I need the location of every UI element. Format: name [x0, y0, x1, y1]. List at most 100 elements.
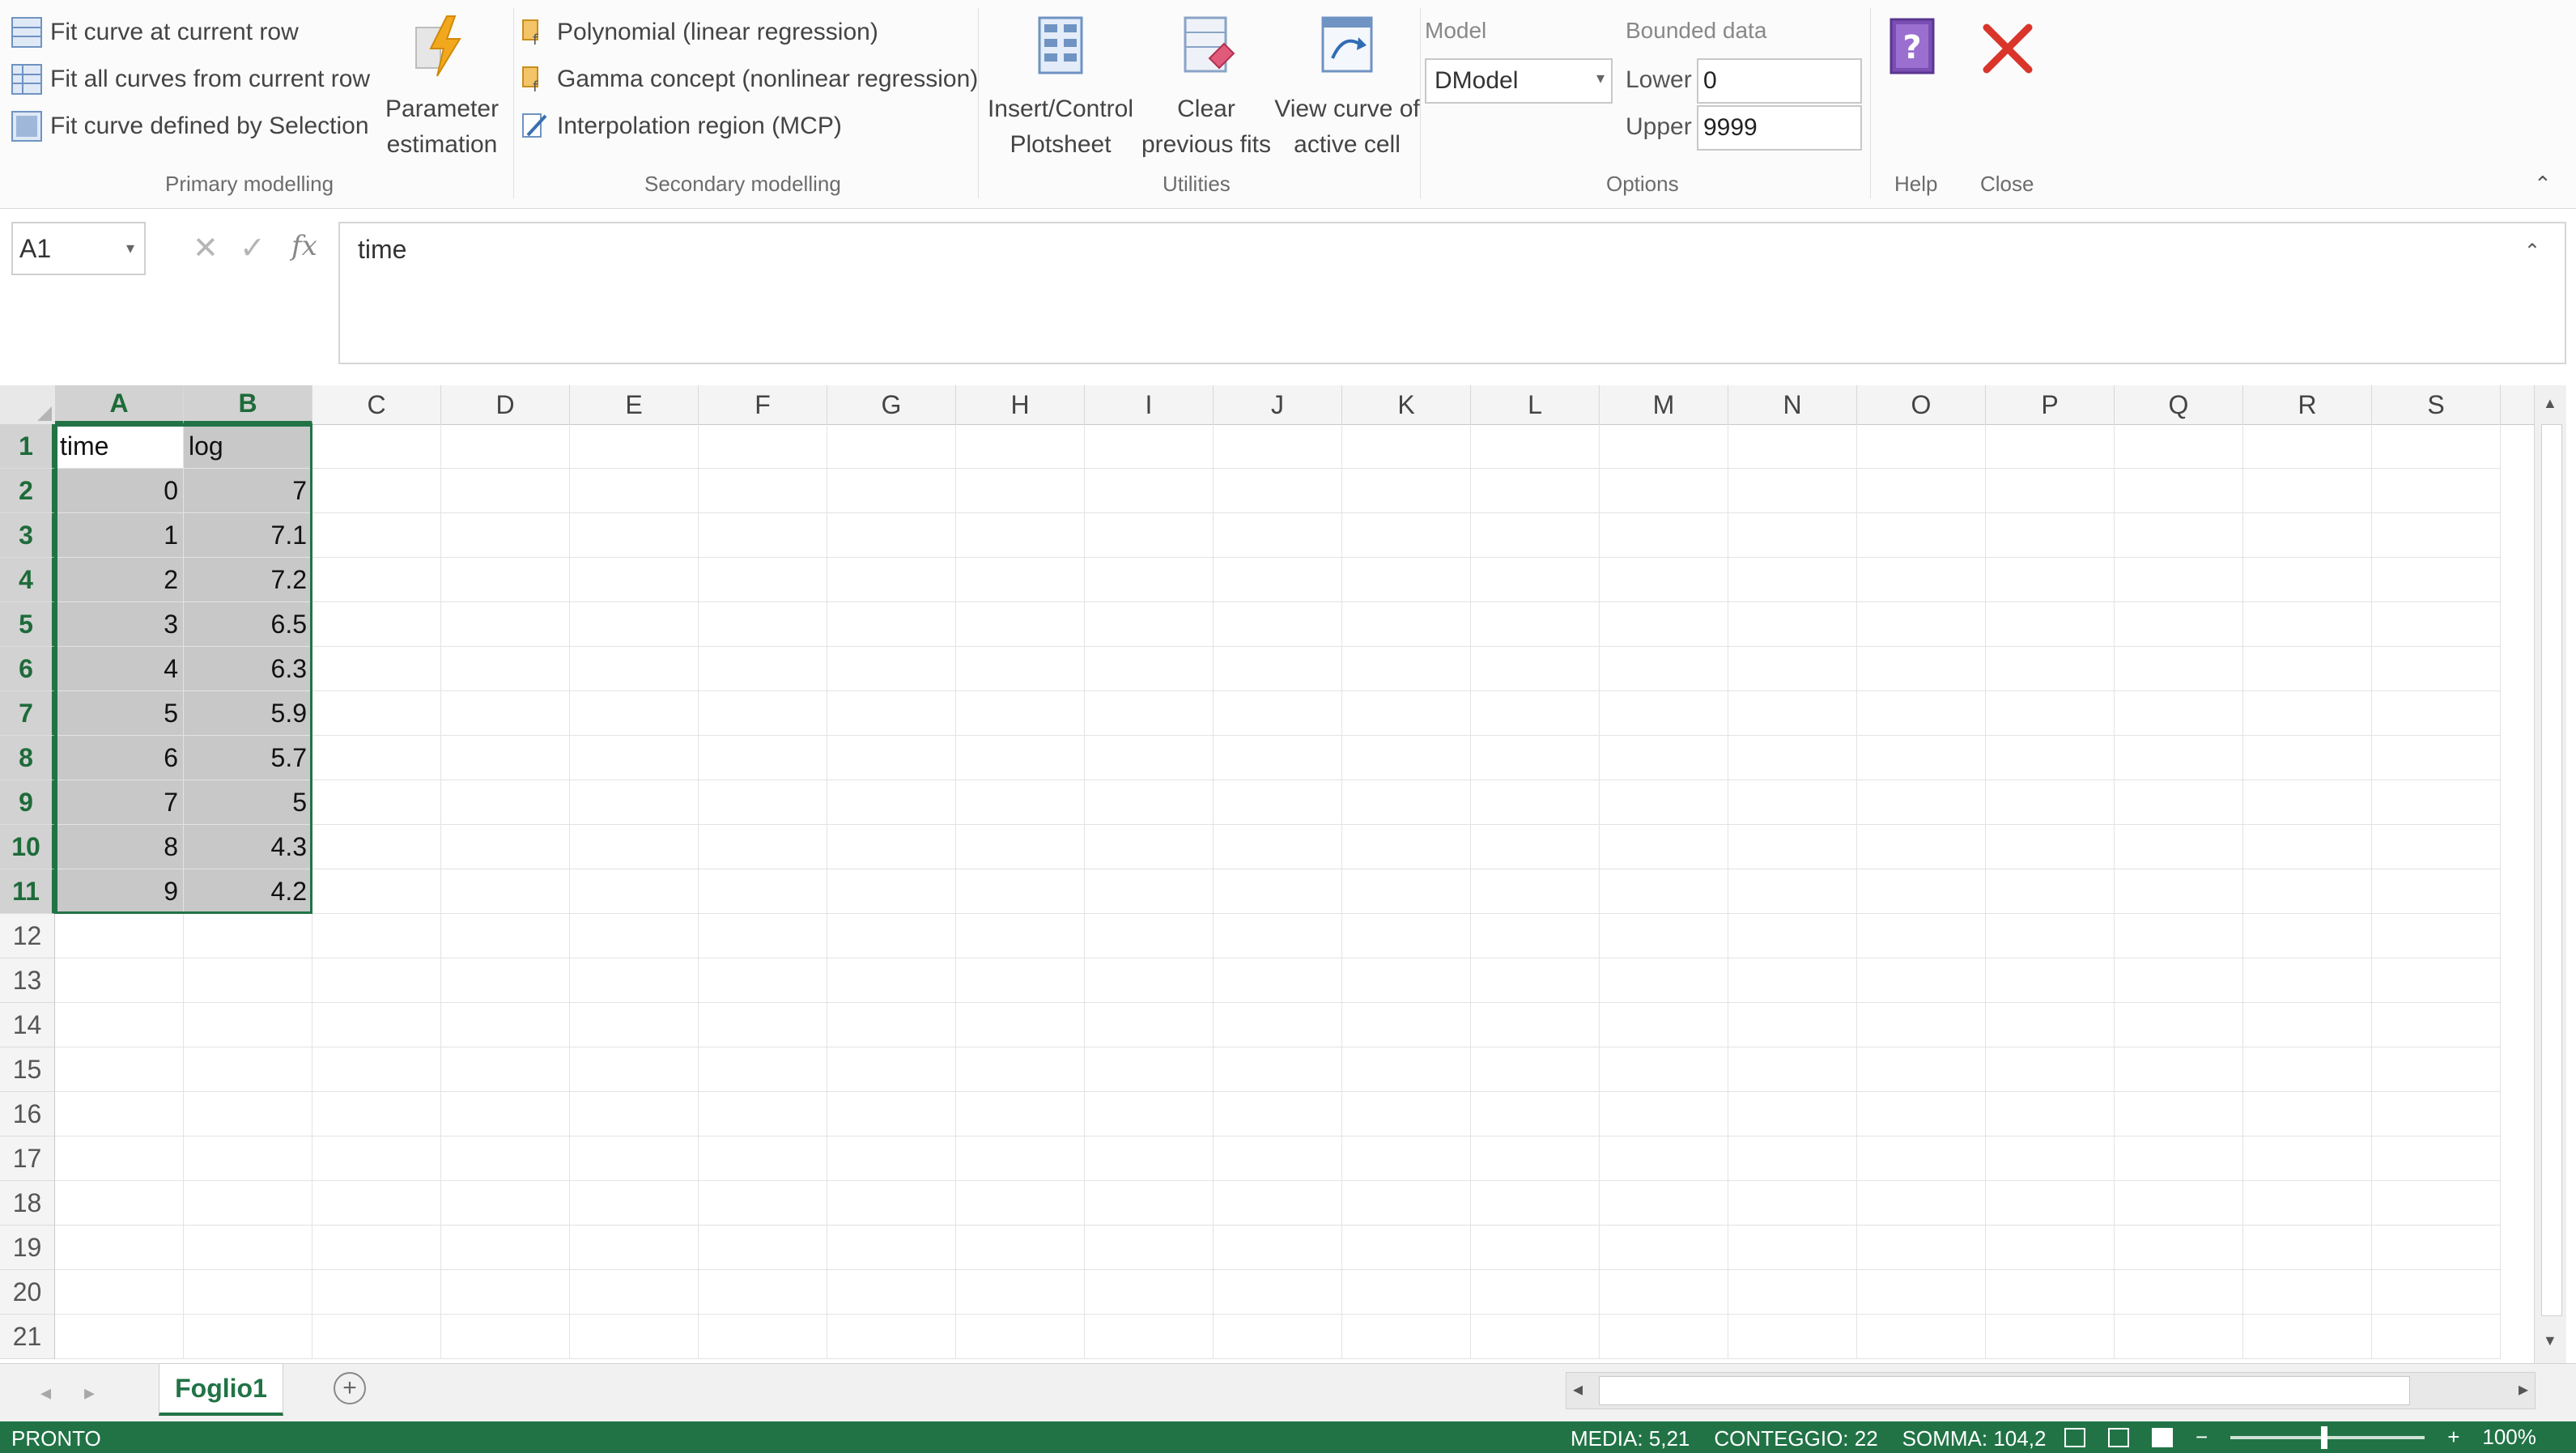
cell-m6[interactable] [1600, 647, 1728, 691]
cell-i1[interactable] [1085, 424, 1214, 469]
cell-o2[interactable] [1857, 469, 1986, 513]
column-header-o[interactable]: O [1857, 385, 1986, 424]
cell-s18[interactable] [2372, 1181, 2501, 1226]
cell-a14[interactable] [55, 1003, 184, 1047]
cell-f7[interactable] [699, 691, 827, 736]
cell-h10[interactable] [956, 825, 1085, 869]
cell-d21[interactable] [441, 1315, 570, 1359]
cell-b14[interactable] [184, 1003, 312, 1047]
collapse-ribbon-icon[interactable]: ⌃ [2534, 172, 2552, 197]
cell-j5[interactable] [1214, 602, 1342, 647]
cell-h18[interactable] [956, 1181, 1085, 1226]
cell-k1[interactable] [1342, 424, 1471, 469]
cell-i9[interactable] [1085, 780, 1214, 825]
cell-f21[interactable] [699, 1315, 827, 1359]
cell-b5[interactable]: 6.5 [184, 602, 312, 647]
cell-f18[interactable] [699, 1181, 827, 1226]
row-header[interactable]: 8 [0, 736, 55, 780]
cell-f5[interactable] [699, 602, 827, 647]
cell-g17[interactable] [827, 1136, 956, 1181]
lower-bound-input[interactable]: 0 [1697, 58, 1862, 104]
cell-a21[interactable] [55, 1315, 184, 1359]
zoom-slider[interactable] [2230, 1425, 2425, 1449]
cell-s11[interactable] [2372, 869, 2501, 914]
cell-k19[interactable] [1342, 1226, 1471, 1270]
cell-n12[interactable] [1728, 914, 1857, 958]
cell-m9[interactable] [1600, 780, 1728, 825]
upper-bound-input[interactable]: 9999 [1697, 105, 1862, 151]
cell-a9[interactable]: 7 [55, 780, 184, 825]
cell-g5[interactable] [827, 602, 956, 647]
cell-j8[interactable] [1214, 736, 1342, 780]
cell-h8[interactable] [956, 736, 1085, 780]
cell-j7[interactable] [1214, 691, 1342, 736]
cell-i16[interactable] [1085, 1092, 1214, 1136]
cell-d10[interactable] [441, 825, 570, 869]
row-header[interactable]: 20 [0, 1270, 55, 1315]
cell-e16[interactable] [570, 1092, 699, 1136]
column-header-e[interactable]: E [570, 385, 699, 424]
cell-o1[interactable] [1857, 424, 1986, 469]
cell-r5[interactable] [2243, 602, 2372, 647]
cell-b4[interactable]: 7.2 [184, 558, 312, 602]
cell-o18[interactable] [1857, 1181, 1986, 1226]
cell-i13[interactable] [1085, 958, 1214, 1003]
cell-i14[interactable] [1085, 1003, 1214, 1047]
cell-r12[interactable] [2243, 914, 2372, 958]
row-header[interactable]: 19 [0, 1226, 55, 1270]
cell-q4[interactable] [2115, 558, 2243, 602]
cell-b17[interactable] [184, 1136, 312, 1181]
cell-c3[interactable] [312, 513, 441, 558]
cell-s15[interactable] [2372, 1047, 2501, 1092]
cell-j17[interactable] [1214, 1136, 1342, 1181]
cell-e18[interactable] [570, 1181, 699, 1226]
cell-j10[interactable] [1214, 825, 1342, 869]
cell-o8[interactable] [1857, 736, 1986, 780]
row-header[interactable]: 16 [0, 1092, 55, 1136]
cell-c14[interactable] [312, 1003, 441, 1047]
cell-l5[interactable] [1471, 602, 1600, 647]
cell-c16[interactable] [312, 1092, 441, 1136]
cell-q17[interactable] [2115, 1136, 2243, 1181]
cell-j21[interactable] [1214, 1315, 1342, 1359]
cell-k18[interactable] [1342, 1181, 1471, 1226]
cell-o20[interactable] [1857, 1270, 1986, 1315]
cell-j20[interactable] [1214, 1270, 1342, 1315]
cell-c4[interactable] [312, 558, 441, 602]
vertical-scrollbar[interactable]: ▲ ▼ [2534, 385, 2566, 1363]
cell-m4[interactable] [1600, 558, 1728, 602]
cell-l1[interactable] [1471, 424, 1600, 469]
cell-o11[interactable] [1857, 869, 1986, 914]
cell-g20[interactable] [827, 1270, 956, 1315]
cell-h2[interactable] [956, 469, 1085, 513]
row-header[interactable]: 4 [0, 558, 55, 602]
cell-l19[interactable] [1471, 1226, 1600, 1270]
cell-k15[interactable] [1342, 1047, 1471, 1092]
cell-c1[interactable] [312, 424, 441, 469]
cell-g6[interactable] [827, 647, 956, 691]
cell-q18[interactable] [2115, 1181, 2243, 1226]
cell-k6[interactable] [1342, 647, 1471, 691]
cell-h5[interactable] [956, 602, 1085, 647]
cell-d19[interactable] [441, 1226, 570, 1270]
cell-o9[interactable] [1857, 780, 1986, 825]
cell-b10[interactable]: 4.3 [184, 825, 312, 869]
cell-l12[interactable] [1471, 914, 1600, 958]
cell-j9[interactable] [1214, 780, 1342, 825]
cell-b20[interactable] [184, 1270, 312, 1315]
cell-c10[interactable] [312, 825, 441, 869]
cell-p16[interactable] [1986, 1092, 2115, 1136]
cell-p5[interactable] [1986, 602, 2115, 647]
cell-q21[interactable] [2115, 1315, 2243, 1359]
cell-j15[interactable] [1214, 1047, 1342, 1092]
cell-q20[interactable] [2115, 1270, 2243, 1315]
cell-m13[interactable] [1600, 958, 1728, 1003]
cell-g21[interactable] [827, 1315, 956, 1359]
interpolation-region-button[interactable]: Interpolation region (MCP) [521, 105, 842, 147]
cancel-icon[interactable]: ✕ [193, 230, 219, 266]
cell-q13[interactable] [2115, 958, 2243, 1003]
insert-function-icon[interactable]: fx [291, 230, 317, 262]
cell-d6[interactable] [441, 647, 570, 691]
cell-p19[interactable] [1986, 1226, 2115, 1270]
cell-g1[interactable] [827, 424, 956, 469]
